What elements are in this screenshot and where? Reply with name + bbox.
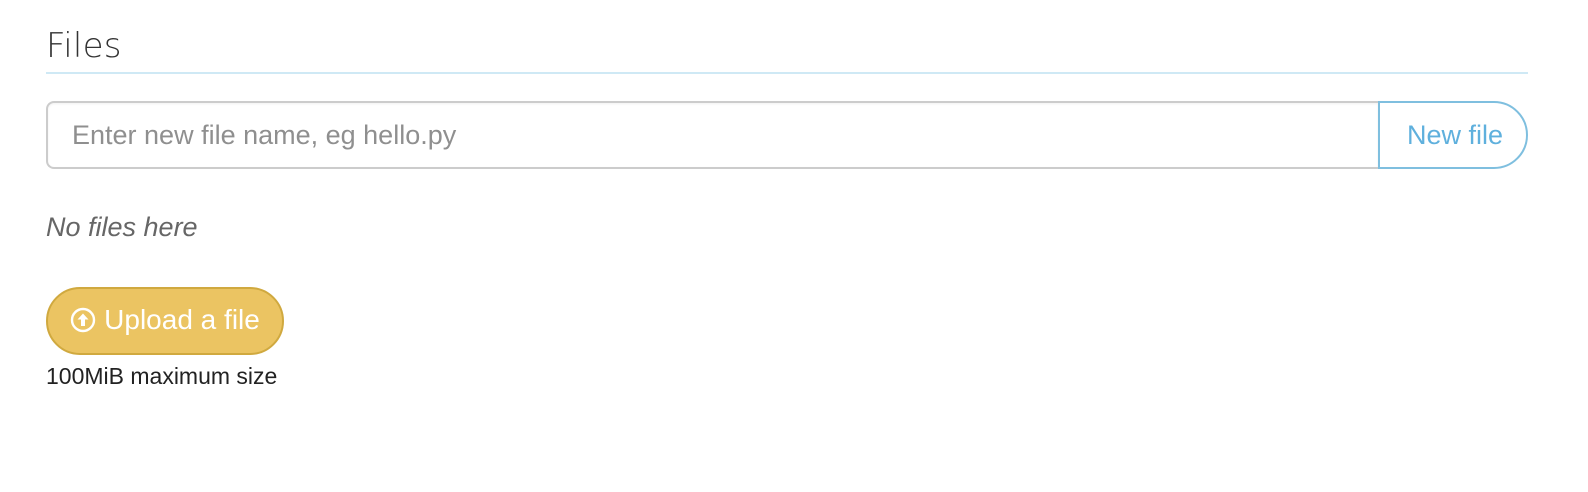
- max-size-note: 100MiB maximum size: [46, 363, 278, 389]
- title-divider: [46, 72, 1528, 74]
- upload-button-label: Upload a file: [104, 304, 260, 335]
- new-file-form: New file: [46, 101, 1528, 169]
- new-file-name-input[interactable]: [46, 101, 1378, 169]
- upload-file-button[interactable]: Upload a file: [46, 287, 284, 355]
- circle-arrow-up-icon: [70, 307, 96, 333]
- section-title: Files: [46, 26, 122, 66]
- files-page: Files New file No files here Upload a fi…: [0, 0, 1588, 492]
- empty-files-message: No files here: [46, 212, 198, 242]
- new-file-button[interactable]: New file: [1378, 101, 1528, 169]
